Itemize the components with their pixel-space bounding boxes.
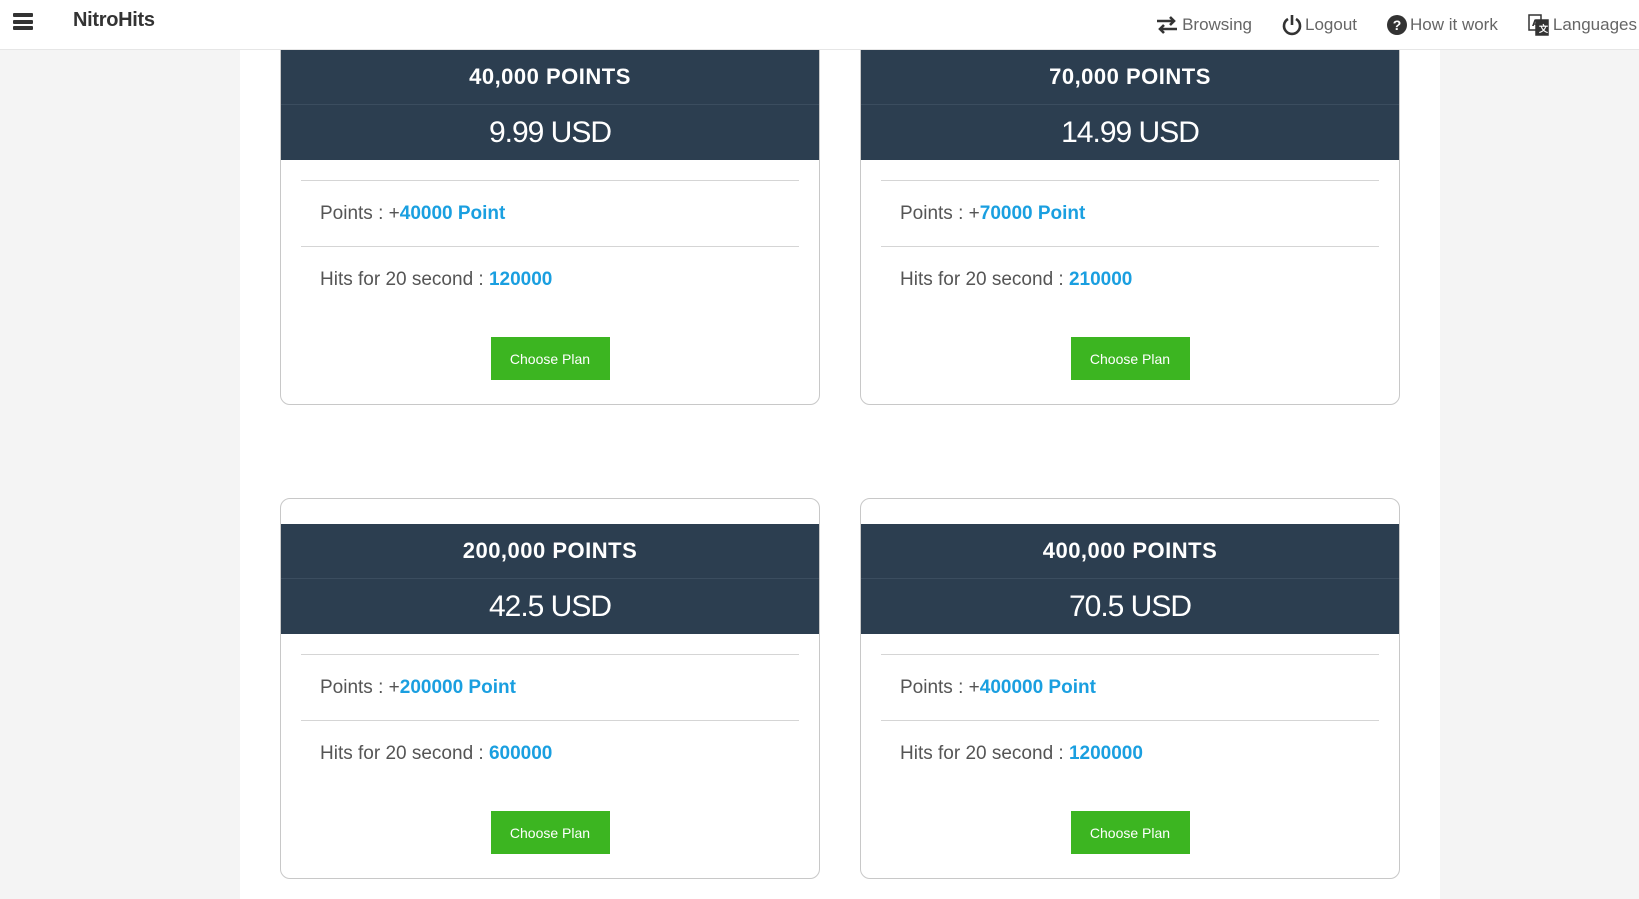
plan-price: 42.5 USD — [281, 579, 819, 634]
plan-title: 200,000 POINTS — [281, 524, 819, 579]
points-value: 200000 Point — [399, 676, 516, 698]
nav-logout-label: Logout — [1305, 15, 1357, 34]
hits-value: 120000 — [488, 268, 553, 290]
nav-languages-link[interactable]: A 文 Languages — [1528, 14, 1637, 36]
nav-how-it-work-label: How it work — [1410, 15, 1498, 34]
points-value: 70000 Point — [979, 202, 1086, 224]
points-label: Points : + — [320, 202, 400, 224]
points-label: Points : + — [900, 676, 980, 698]
points-label: Points : + — [320, 676, 400, 698]
nav-browsing-label: Browsing — [1182, 15, 1252, 34]
svg-text:文: 文 — [1538, 23, 1549, 35]
plan-hits-row: Hits for 20 second : 120000 — [301, 246, 799, 312]
choose-plan-button[interactable]: Choose Plan — [490, 811, 610, 854]
choose-plan-button[interactable]: Choose Plan — [490, 337, 610, 380]
plan-hits-row: Hits for 20 second : 1200000 — [881, 720, 1379, 786]
plan-title: 400,000 POINTS — [861, 524, 1399, 579]
power-icon — [1282, 15, 1302, 36]
plan-price: 70.5 USD — [861, 579, 1399, 634]
arrows-exchange-icon — [1157, 16, 1178, 34]
hits-value: 1200000 — [1068, 742, 1143, 764]
choose-plan-button[interactable]: Choose Plan — [1070, 337, 1190, 380]
plan-price: 14.99 USD — [861, 105, 1399, 160]
brand-logo[interactable]: NitroHits — [73, 9, 155, 32]
top-navbar: NitroHits Browsing Logout ? How it work — [0, 0, 1639, 50]
plan-title: 40,000 POINTS — [281, 50, 819, 105]
svg-text:A: A — [1532, 19, 1539, 29]
hits-label: Hits for 20 second : — [320, 268, 489, 290]
points-value: 400000 Point — [979, 676, 1096, 698]
plan-card: 70,000 POINTS 14.99 USD Points : + 70000… — [860, 30, 1400, 405]
nav-browsing-link[interactable]: Browsing — [1155, 15, 1252, 35]
points-value: 40000 Point — [399, 202, 506, 224]
plan-points-row: Points : + 400000 Point — [881, 654, 1379, 720]
plan-hits-row: Hits for 20 second : 600000 — [301, 720, 799, 786]
nav-logout-link[interactable]: Logout — [1282, 14, 1357, 36]
plan-card: 40,000 POINTS 9.99 USD Points : + 40000 … — [280, 30, 820, 405]
plan-card: 200,000 POINTS 42.5 USD Points : + 20000… — [280, 498, 820, 879]
choose-plan-button[interactable]: Choose Plan — [1070, 811, 1190, 854]
plan-card: 400,000 POINTS 70.5 USD Points : + 40000… — [860, 498, 1400, 879]
plan-points-row: Points : + 70000 Point — [881, 180, 1379, 246]
question-circle-icon: ? — [1387, 15, 1407, 35]
svg-text:?: ? — [1393, 17, 1402, 33]
points-label: Points : + — [900, 202, 980, 224]
hits-label: Hits for 20 second : — [900, 742, 1069, 764]
nav-languages-label: Languages — [1552, 15, 1637, 34]
hits-value: 600000 — [488, 742, 553, 764]
plan-points-row: Points : + 200000 Point — [301, 654, 799, 720]
hamburger-menu-icon[interactable] — [13, 12, 33, 32]
translate-icon: A 文 — [1528, 14, 1549, 36]
plan-price: 9.99 USD — [281, 105, 819, 160]
hits-value: 210000 — [1068, 268, 1133, 290]
hits-label: Hits for 20 second : — [320, 742, 489, 764]
pricing-content: 40,000 POINTS 9.99 USD Points : + 40000 … — [240, 30, 1440, 899]
plan-points-row: Points : + 40000 Point — [301, 180, 799, 246]
plan-hits-row: Hits for 20 second : 210000 — [881, 246, 1379, 312]
nav-links: Browsing Logout ? How it work A 文 Langua… — [1155, 0, 1639, 50]
nav-how-it-work-link[interactable]: ? How it work — [1387, 15, 1498, 35]
plan-title: 70,000 POINTS — [861, 50, 1399, 105]
hits-label: Hits for 20 second : — [900, 268, 1069, 290]
